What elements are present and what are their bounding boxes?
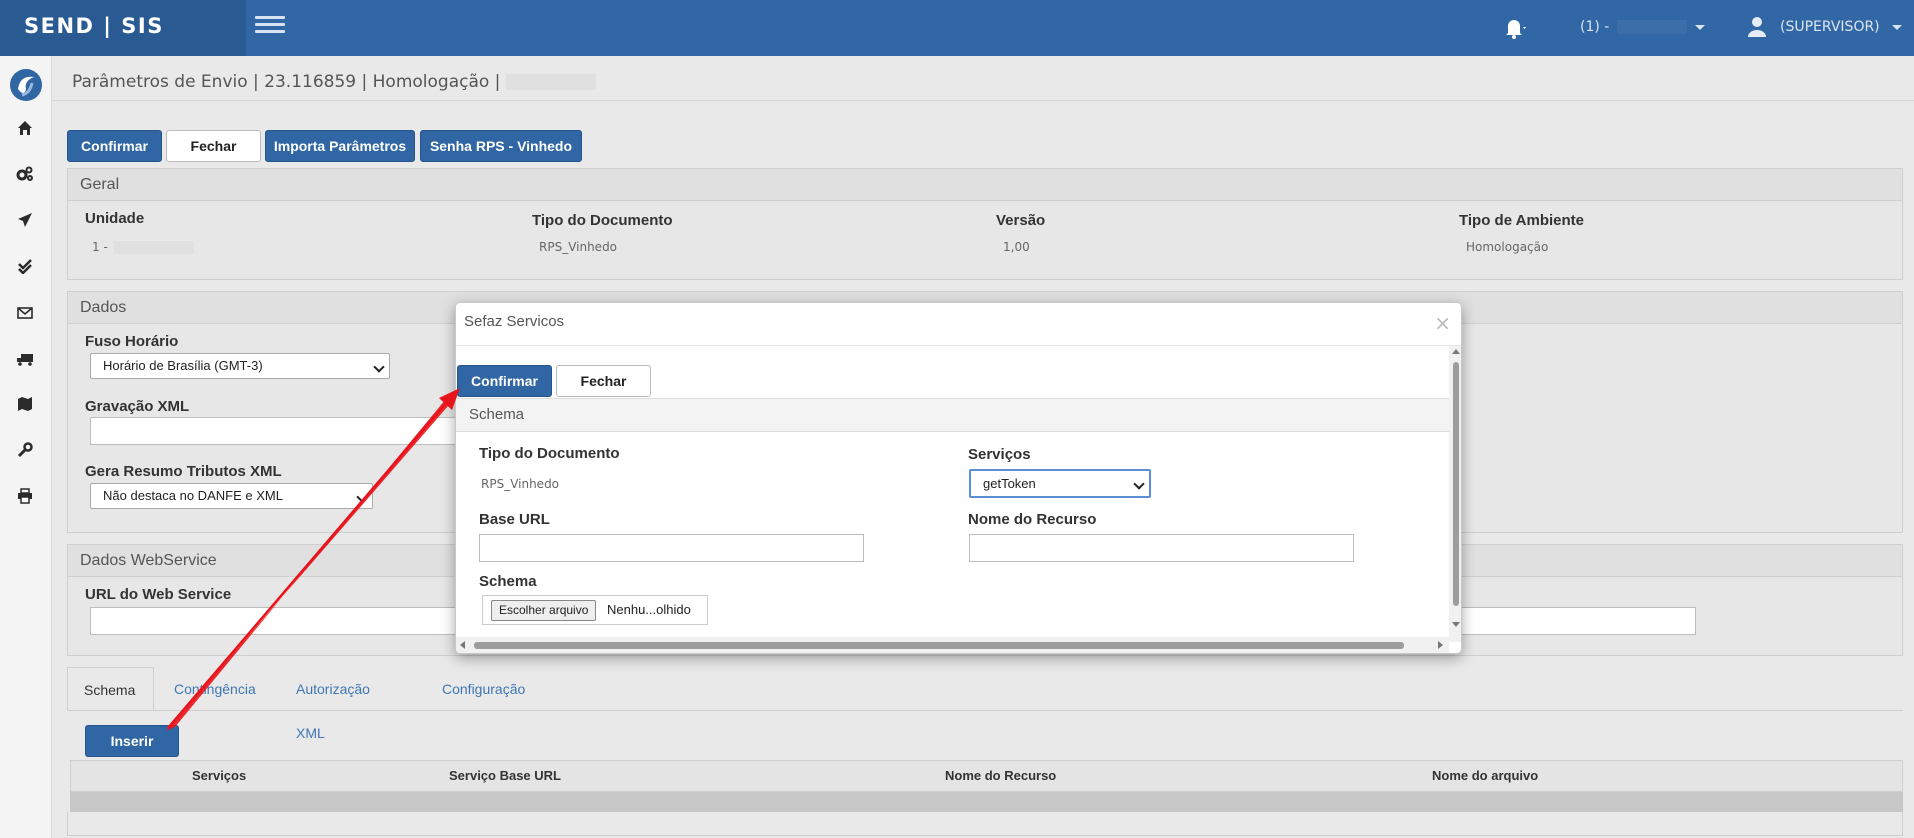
url-webservice-label: URL do Web Service bbox=[85, 586, 232, 603]
nome-recurso-input[interactable] bbox=[969, 534, 1354, 562]
chevron-down-icon bbox=[1133, 478, 1145, 490]
horizontal-scrollbar[interactable] bbox=[456, 637, 1449, 653]
modal-close-button[interactable]: Fechar bbox=[556, 365, 651, 397]
file-status: Nenhu...olhido bbox=[607, 602, 691, 617]
gravacao-xml-input[interactable] bbox=[90, 417, 460, 445]
sidebar bbox=[0, 56, 52, 838]
user-role: (SUPERVISOR) bbox=[1780, 19, 1880, 35]
tipo-ambiente-value: Homologação bbox=[1466, 240, 1549, 254]
home-icon[interactable] bbox=[14, 120, 36, 142]
unit-selector-label: (1) - bbox=[1580, 19, 1610, 35]
column-header[interactable]: Serviço Base URL bbox=[449, 768, 561, 783]
tipo-ambiente-label: Tipo de Ambiente bbox=[1459, 212, 1585, 229]
base-url-input[interactable] bbox=[479, 534, 864, 562]
base-url-label: Base URL bbox=[479, 511, 550, 528]
table-row[interactable] bbox=[70, 792, 1903, 812]
modal-confirm-button[interactable]: Confirmar bbox=[457, 365, 552, 397]
fuso-horario-select[interactable]: Horário de Brasília (GMT-3) bbox=[90, 353, 390, 379]
column-header[interactable]: Nome do arquivo bbox=[1432, 768, 1538, 783]
divider bbox=[456, 345, 1461, 346]
tab-contingencia[interactable]: Contingência bbox=[174, 667, 256, 711]
unidade-redacted bbox=[113, 241, 194, 254]
panel-title: Geral bbox=[68, 169, 1902, 201]
unidade-value: 1 - bbox=[92, 240, 194, 254]
truck-icon[interactable] bbox=[14, 350, 36, 372]
chevron-down-icon bbox=[373, 361, 385, 373]
tipo-documento-value: RPS_Vinhedo bbox=[539, 240, 618, 254]
fuso-horario-value: Horário de Brasília (GMT-3) bbox=[103, 358, 263, 373]
resumo-tributos-select[interactable]: Não destaca no DANFE e XML bbox=[90, 483, 373, 509]
send-icon[interactable] bbox=[14, 212, 36, 234]
divider bbox=[52, 100, 1914, 101]
column-header[interactable]: Nome do Recurso bbox=[945, 768, 1056, 783]
brand-area: SEND | SIS bbox=[0, 0, 246, 56]
tipo-documento-label: Tipo do Documento bbox=[532, 212, 673, 229]
breadcrumb-redacted bbox=[506, 74, 597, 90]
close-icon[interactable]: × bbox=[1434, 311, 1451, 335]
tipo-documento-value: RPS_Vinhedo bbox=[481, 477, 560, 491]
unit-name-redacted bbox=[1617, 20, 1688, 34]
versao-value: 1,00 bbox=[1003, 240, 1030, 254]
bell-icon[interactable] bbox=[1500, 16, 1528, 40]
tab-autorizacao-xml[interactable]: Autorização XML bbox=[296, 667, 370, 741]
versao-label: Versão bbox=[996, 212, 1046, 229]
unidade-value-text: 1 - bbox=[92, 240, 108, 254]
top-navbar: SEND | SIS (1) - (SUPERVISOR) bbox=[0, 0, 1914, 56]
scroll-down-icon[interactable] bbox=[1452, 622, 1460, 627]
app-logo[interactable] bbox=[8, 67, 44, 103]
scroll-thumb[interactable] bbox=[474, 642, 1404, 649]
gravacao-xml-label: Gravação XML bbox=[85, 398, 190, 415]
schema-section-title: Schema bbox=[456, 398, 1449, 432]
scroll-right-icon[interactable] bbox=[1438, 641, 1443, 649]
breadcrumb: Parâmetros de Envio | 23.116859 | Homolo… bbox=[72, 72, 597, 92]
scroll-left-icon[interactable] bbox=[460, 641, 465, 649]
chevron-down-icon bbox=[1892, 24, 1903, 30]
chevron-down-icon bbox=[1695, 24, 1706, 30]
fuso-horario-label: Fuso Horário bbox=[85, 333, 179, 350]
servicos-label: Serviços bbox=[968, 446, 1031, 463]
chevron-down-icon bbox=[356, 491, 368, 503]
tab-divider bbox=[67, 710, 1903, 711]
geral-panel: Geral bbox=[67, 168, 1903, 280]
scroll-up-icon[interactable] bbox=[1452, 349, 1460, 354]
schema-label: Schema bbox=[479, 573, 537, 590]
tab-schema[interactable]: Schema bbox=[67, 667, 154, 711]
insert-button[interactable]: Inserir bbox=[85, 725, 179, 757]
user-menu[interactable]: (SUPERVISOR) bbox=[1780, 19, 1903, 35]
grid-header: Serviços Serviço Base URL Nome do Recurs… bbox=[70, 760, 1903, 792]
grid-container bbox=[67, 812, 1903, 836]
scroll-thumb[interactable] bbox=[1453, 362, 1459, 606]
resumo-tributos-label: Gera Resumo Tributos XML bbox=[85, 463, 282, 480]
map-icon[interactable] bbox=[14, 396, 36, 418]
choose-file-button[interactable]: Escolher arquivo bbox=[491, 600, 597, 621]
unidade-label: Unidade bbox=[85, 210, 145, 227]
cogs-icon[interactable] bbox=[14, 166, 36, 188]
resumo-tributos-value: Não destaca no DANFE e XML bbox=[103, 488, 283, 503]
servicos-select[interactable]: getToken bbox=[969, 469, 1151, 498]
nome-recurso-label: Nome do Recurso bbox=[968, 511, 1097, 528]
tab-configuracao[interactable]: Configuração bbox=[442, 667, 525, 711]
confirm-button[interactable]: Confirmar bbox=[67, 130, 162, 162]
sefaz-servicos-modal: Sefaz Servicos × Confirmar Fechar Schema… bbox=[455, 302, 1462, 654]
breadcrumb-text: Parâmetros de Envio | 23.116859 | Homolo… bbox=[72, 72, 501, 92]
modal-title: Sefaz Servicos bbox=[464, 313, 565, 330]
servicos-value: getToken bbox=[983, 476, 1036, 491]
import-parameters-button[interactable]: Importa Parâmetros bbox=[265, 130, 415, 162]
check-icon[interactable] bbox=[14, 258, 36, 280]
print-icon[interactable] bbox=[14, 488, 36, 510]
close-button[interactable]: Fechar bbox=[166, 130, 261, 162]
wrench-icon[interactable] bbox=[14, 442, 36, 464]
rps-password-button[interactable]: Senha RPS - Vinhedo bbox=[420, 130, 582, 162]
app-brand[interactable]: SEND | SIS bbox=[24, 14, 164, 38]
column-header[interactable]: Serviços bbox=[192, 768, 246, 783]
vertical-scrollbar[interactable] bbox=[1449, 346, 1461, 642]
schema-file-input[interactable]: Escolher arquivo Nenhu...olhido bbox=[482, 595, 708, 625]
unit-selector[interactable]: (1) - bbox=[1580, 19, 1706, 35]
menu-toggle-icon[interactable] bbox=[255, 16, 285, 38]
tipo-documento-label: Tipo do Documento bbox=[479, 445, 620, 462]
user-icon[interactable] bbox=[1747, 16, 1767, 38]
envelope-icon[interactable] bbox=[14, 304, 36, 326]
